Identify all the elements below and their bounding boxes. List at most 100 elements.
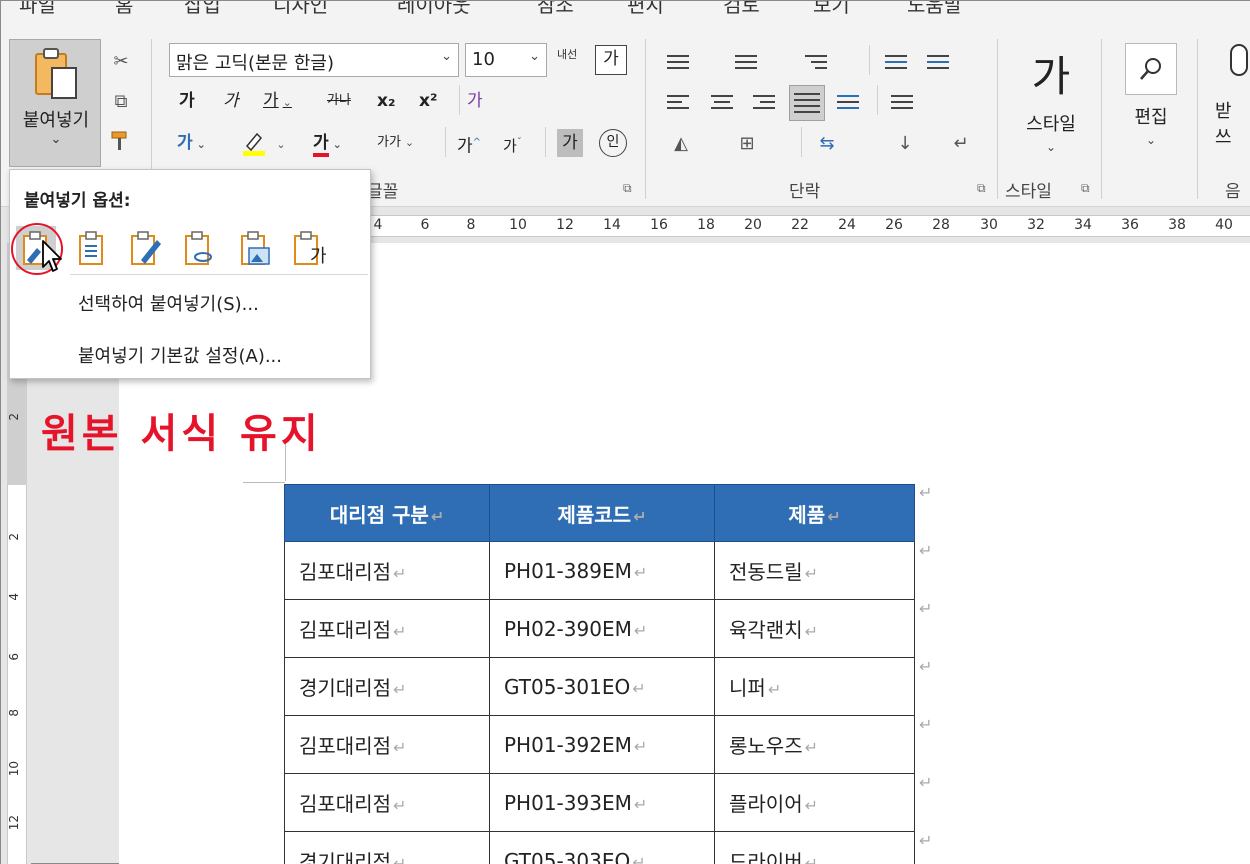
dialog-launcher-icon[interactable]: ⧉ xyxy=(1081,181,1090,196)
table-cell[interactable]: PH02-390EM ↵ xyxy=(489,599,715,658)
separator xyxy=(997,39,998,199)
tab-references[interactable]: 참조 xyxy=(537,1,574,18)
chevron-down-icon: ⌄ xyxy=(1145,133,1157,147)
highlight-button[interactable]: ⌄ xyxy=(241,129,286,157)
sort-icon[interactable]: ↓ xyxy=(891,129,919,157)
table-cell[interactable]: 김포대리점 ↵ xyxy=(284,541,490,600)
superscript-button[interactable]: x² xyxy=(419,87,437,115)
tab-file[interactable]: 파일 xyxy=(19,1,56,18)
chevron-down-icon: ⌄ xyxy=(196,138,206,151)
underline-button[interactable]: 가 ⌄ xyxy=(263,87,292,115)
chevron-down-icon: ⌄ xyxy=(404,136,415,149)
table-cell[interactable]: 김포대리점 ↵ xyxy=(284,599,490,658)
table-cell[interactable]: 경기대리점 ↵ xyxy=(284,657,490,716)
text-direction-icon[interactable]: ⇆ xyxy=(813,129,841,157)
paste-picture-icon xyxy=(241,231,270,265)
margin-corner xyxy=(243,482,285,483)
vruler-number: 2 xyxy=(7,413,21,421)
increase-indent-button[interactable] xyxy=(923,47,953,77)
subscript-button[interactable]: x₂ xyxy=(377,87,395,115)
copy-icon[interactable]: ⧉ xyxy=(107,87,135,115)
ruler-number: 34 xyxy=(1074,217,1092,233)
dialog-launcher-icon[interactable]: ⧉ xyxy=(977,181,986,196)
keep-text-only-option[interactable]: 가 xyxy=(290,226,330,270)
bold-button[interactable]: 가 xyxy=(179,87,195,115)
table-row: 김포대리점 ↵ PH01-393EM ↵ 플라이어 ↵ xyxy=(284,773,915,832)
decrease-indent-button[interactable] xyxy=(881,47,911,77)
table-cell[interactable]: PH01-389EM ↵ xyxy=(489,541,715,600)
link-and-keep-option[interactable] xyxy=(180,226,220,270)
line-spacing-button[interactable] xyxy=(887,87,917,117)
separator xyxy=(445,127,446,157)
grow-font-button[interactable]: 가^ xyxy=(457,129,481,157)
tab-layout[interactable]: 레이아웃 xyxy=(397,1,471,18)
styles-button[interactable]: 가 스타일 ⌄ xyxy=(1011,43,1091,154)
align-center-button[interactable] xyxy=(707,87,737,117)
shading-icon[interactable]: ◭ xyxy=(667,129,695,157)
numbering-button[interactable] xyxy=(731,47,761,77)
table-cell[interactable]: 니퍼 ↵ xyxy=(714,657,915,716)
tab-help[interactable]: 도움말 xyxy=(907,1,962,18)
bullets-button[interactable] xyxy=(663,47,693,77)
picture-option[interactable] xyxy=(236,226,276,270)
table-cell[interactable]: PH01-392EM ↵ xyxy=(489,715,715,774)
font-name-combo[interactable]: 맑은 고딕(본문 한글) ⌄ xyxy=(169,43,459,77)
chevron-down-icon: ⌄ xyxy=(529,49,540,64)
justify-button[interactable] xyxy=(789,85,825,121)
end-of-row-mark: ↵ xyxy=(919,715,933,734)
italic-button[interactable]: 가 xyxy=(223,87,239,115)
table-cell[interactable]: 육각랜치 ↵ xyxy=(714,599,915,658)
tab-mailings[interactable]: 편지 xyxy=(627,1,664,18)
enclose-chars-button[interactable]: 인 xyxy=(599,129,627,157)
borders-icon[interactable]: ⊞ xyxy=(733,129,761,157)
font-size-value: 10 xyxy=(472,49,495,70)
table-cell[interactable]: GT05-301EO ↵ xyxy=(489,657,715,716)
table-cell[interactable]: 플라이어 ↵ xyxy=(714,773,915,832)
font-size-combo[interactable]: 10 ⌄ xyxy=(465,43,547,77)
align-left-button[interactable] xyxy=(663,87,693,117)
table-cell[interactable]: 김포대리점 ↵ xyxy=(284,715,490,774)
separator xyxy=(877,85,878,115)
table-cell[interactable]: 롱노우즈 ↵ xyxy=(714,715,915,774)
ruler-number: 8 xyxy=(466,217,476,233)
heading-keep-source-formatting: 원본 서식 유지 xyxy=(41,411,322,457)
multilevel-list-button[interactable] xyxy=(801,47,831,77)
table-cell[interactable]: 김포대리점 ↵ xyxy=(284,773,490,832)
tab-design[interactable]: 디자인 xyxy=(273,1,328,18)
char-spacing-button[interactable]: 가가 ⌄ xyxy=(377,129,414,157)
table-cell[interactable]: GT05-303EO ↵ xyxy=(489,831,715,864)
text-effects-button[interactable]: 가 ⌄ xyxy=(177,129,206,157)
dictate-button[interactable]: 받 쓰 xyxy=(1215,43,1250,149)
phonetic-guide-button[interactable]: 내선 xyxy=(557,41,577,69)
merge-formatting-option[interactable] xyxy=(72,226,112,270)
use-destination-style-option[interactable] xyxy=(126,226,166,270)
align-right-button[interactable] xyxy=(749,87,779,117)
char-shading-button[interactable]: 가 xyxy=(557,129,583,157)
table-cell[interactable]: 전동드릴 ↵ xyxy=(714,541,915,600)
strikethrough-button[interactable]: 가나 xyxy=(327,87,351,115)
show-marks-icon[interactable]: ↵ xyxy=(947,129,975,157)
set-default-paste-item[interactable]: 붙여넣기 기본값 설정(A)... xyxy=(78,342,282,368)
ruler-number: 22 xyxy=(791,217,809,233)
table-cell[interactable]: PH01-393EM ↵ xyxy=(489,773,715,832)
font-color-button[interactable]: 가 ⌄ xyxy=(313,129,342,157)
mouse-cursor-icon xyxy=(42,240,62,272)
paste-button[interactable]: 붙여넣기 ⌄ xyxy=(9,39,101,167)
paste-special-item[interactable]: 선택하여 붙여넣기(S)... xyxy=(78,290,259,316)
shrink-font-button[interactable]: 가ˇ xyxy=(503,129,522,157)
tab-review[interactable]: 검토 xyxy=(723,1,760,18)
table-cell[interactable]: 드라이버 ↵ xyxy=(714,831,915,864)
dialog-launcher-icon[interactable]: ⧉ xyxy=(623,181,632,196)
tab-home[interactable]: 홈 xyxy=(115,1,133,18)
end-of-row-mark: ↵ xyxy=(919,599,933,618)
tab-view[interactable]: 보기 xyxy=(813,1,850,18)
cut-icon[interactable]: ✂ xyxy=(107,47,135,75)
distributed-button[interactable] xyxy=(833,87,863,117)
tab-insert[interactable]: 삽입 xyxy=(184,1,221,18)
font-name-value: 맑은 고딕(본문 한글) xyxy=(176,53,334,74)
editing-button[interactable]: 편집 ⌄ xyxy=(1119,43,1183,147)
format-painter-icon[interactable] xyxy=(107,127,135,155)
char-border-button[interactable]: 가 xyxy=(595,45,627,75)
table-cell[interactable]: 경기대리점 ↵ xyxy=(284,831,490,864)
clear-format-button[interactable]: 가 xyxy=(467,87,483,115)
